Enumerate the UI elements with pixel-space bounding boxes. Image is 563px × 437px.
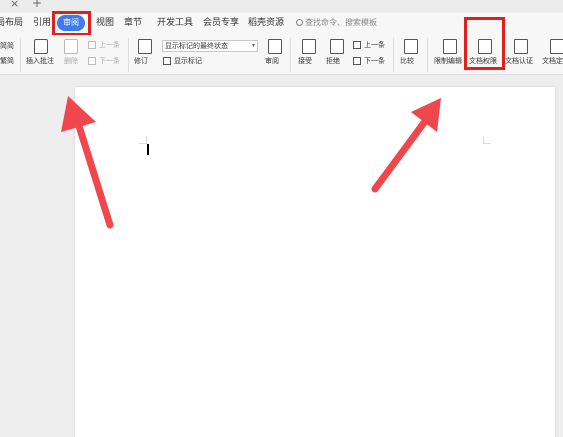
delete-comment-label: 删除 [64,57,78,65]
close-icon[interactable]: × [10,0,19,10]
tab-section[interactable]: 章节 [124,17,142,29]
review-pane-label: 审阅 [265,57,279,65]
document-certification-label: 文档认证 [505,57,533,65]
chevron-down-icon: ▾ [251,42,255,49]
command-search[interactable]: 查找命令、搜索模板 [296,17,377,29]
tab-developer[interactable]: 开发工具 [157,17,193,29]
restrict-editing-label: 限制编辑 [434,57,462,65]
accept-icon [302,39,316,54]
insert-comment-label: 插入批注 [26,57,54,65]
ribbon-separator [20,38,21,72]
next-comment-label: 下一条 [99,57,120,65]
next-comment-icon [88,57,96,65]
convert-traditional-label[interactable]: 繁简 [0,57,14,66]
delete-comment-icon [64,39,78,54]
search-icon [296,19,303,26]
tab-docer[interactable]: 稻壳资源 [248,17,284,29]
track-changes-label: 修订 [134,57,148,65]
search-placeholder: 查找命令、搜索模板 [305,18,377,27]
display-state-value: 显示标记的最终状态 [165,42,228,50]
ribbon-separator [427,38,428,72]
ribbon-separator [393,38,394,72]
insert-comment-icon [34,39,48,54]
review-pane-icon [268,39,282,54]
previous-change-label: 上一条 [364,41,385,49]
corner-mark-top-left [139,136,147,144]
next-change-label: 下一条 [364,57,385,65]
display-state-select[interactable]: 显示标记的最终状态 ▾ [162,40,258,52]
previous-comment-label: 上一条 [99,41,120,49]
next-change-icon [353,57,361,65]
document-final-label: 文档定 [542,57,563,65]
previous-change-icon [353,41,361,49]
convert-simplified-label[interactable]: 简简 [0,42,14,51]
tab-page-layout[interactable]: 局布局 [0,17,23,29]
track-changes-icon [138,39,152,54]
tab-view[interactable]: 视图 [96,17,114,29]
previous-comment-icon [88,41,96,49]
ribbon-separator [128,38,129,72]
compare-icon [404,39,418,54]
compare-label: 比较 [400,57,414,65]
document-final-icon [550,39,563,54]
text-cursor [147,144,149,155]
restrict-editing-icon [443,39,457,54]
highlight-review-tab [52,11,91,36]
show-markup-icon [163,57,171,65]
tab-member[interactable]: 会员专享 [203,17,239,29]
corner-mark-top-right [483,136,491,144]
reject-label: 拒绝 [326,57,340,65]
document-certification-icon [514,39,528,54]
reject-icon [330,39,344,54]
accept-label: 接受 [298,57,312,65]
highlight-document-permissions [464,17,505,70]
plus-icon[interactable]: + [32,0,42,9]
tab-references[interactable]: 引用 [33,17,51,29]
ribbon-separator [290,38,291,72]
show-markup-label: 显示标记 [174,57,202,65]
